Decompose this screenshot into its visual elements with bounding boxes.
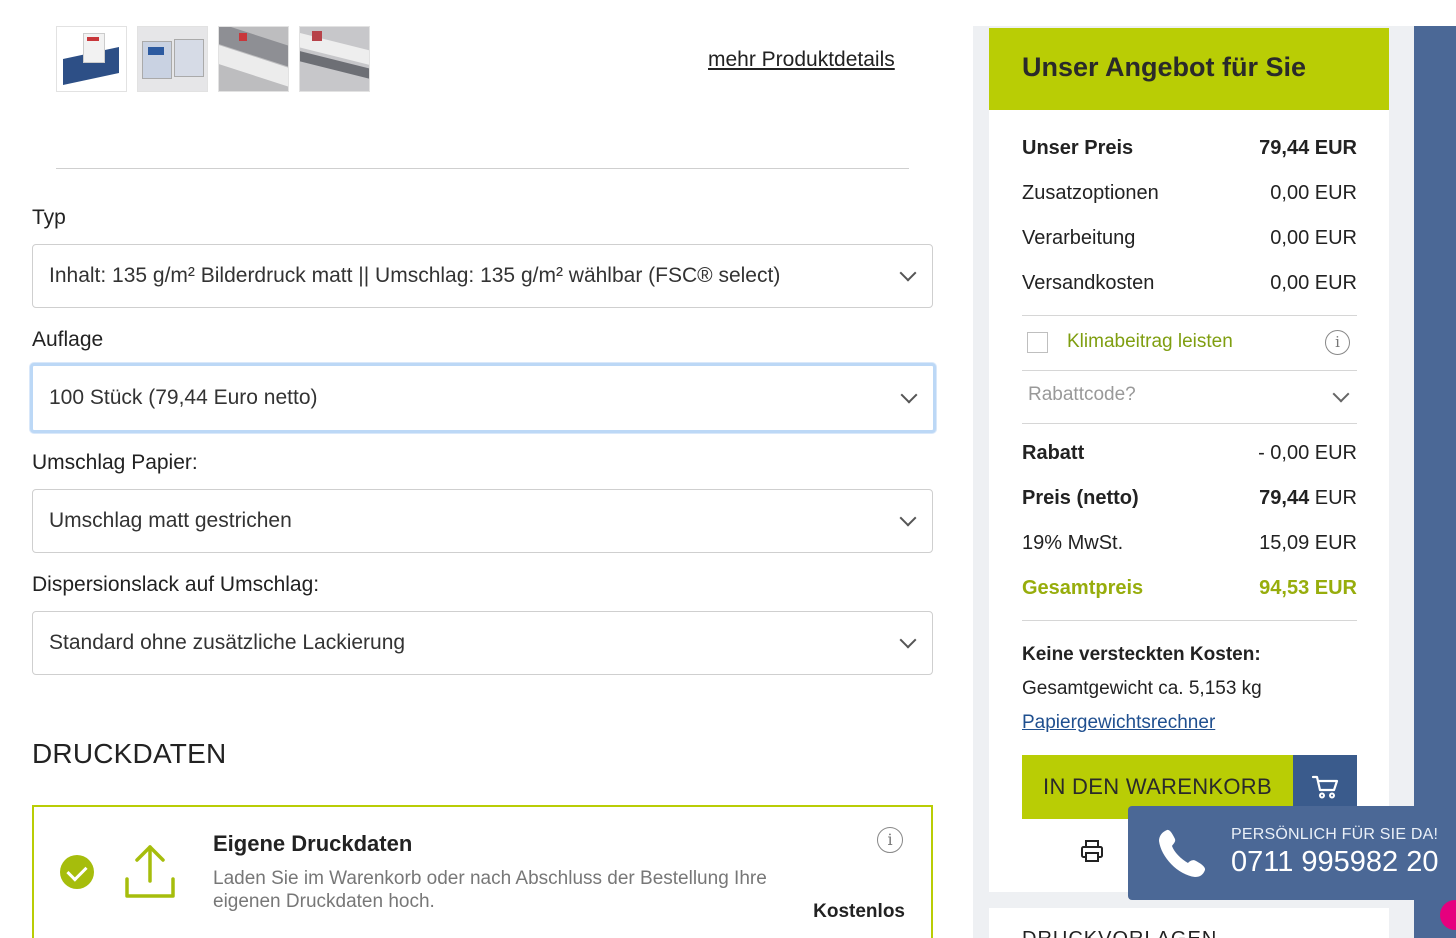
paper-weight-calculator-link[interactable]: Papiergewichtsrechner [1022,712,1215,734]
price-row-value: 79,44 EUR [1259,137,1357,159]
product-thumbnails [56,26,370,92]
auflage-select[interactable]: 100 Stück (79,44 Euro netto) [30,363,936,433]
price-row-label: Gesamtpreis [1022,577,1144,599]
product-thumbnail-4[interactable] [299,26,370,92]
price-row-value: - 0,00 EUR [1258,442,1357,464]
own-print-data-title: Eigene Druckdaten [213,831,413,856]
auflage-select-value: 100 Stück (79,44 Euro netto) [49,386,318,409]
price-row-label: Unser Preis [1022,137,1134,159]
price-row-zusatzoptionen: Zusatzoptionen 0,00 EUR [1022,182,1357,205]
phone-icon [1159,829,1206,877]
price-row-value: 0,00 EUR [1270,272,1357,294]
info-icon[interactable]: i [877,827,903,853]
side-strip [1414,26,1456,938]
price-row-label: Preis (netto) [1022,487,1139,509]
divider [1022,315,1357,316]
umschlag-papier-select[interactable]: Umschlag matt gestrichen [32,489,933,553]
own-print-data-description: Laden Sie im Warenkorb oder nach Abschlu… [213,868,767,912]
price-row-value: 0,00 EUR [1270,182,1357,204]
price-netto-unit: EUR [1309,487,1357,509]
price-row-gesamtpreis: Gesamtpreis 94,53 EUR [1022,577,1357,600]
typ-label: Typ [32,206,66,229]
price-row-verarbeitung: Verarbeitung 0,00 EUR [1022,227,1357,250]
contact-phone-panel[interactable]: PERSÖNLICH FÜR SIE DA! 0711 995982 20 [1128,806,1446,900]
druckdaten-section-title: DRUCKDATEN [32,738,227,769]
dispersionslack-label: Dispersionslack auf Umschlag: [32,573,320,596]
price-row-label: Verarbeitung [1022,227,1136,249]
info-icon[interactable]: i [1325,330,1350,355]
chevron-down-icon [899,631,917,649]
offer-card: Unser Angebot für Sie Unser Preis 79,44 … [989,28,1389,892]
price-row-value: 0,00 EUR [1270,227,1357,249]
product-thumbnail-2[interactable] [137,26,208,92]
druckvorlagen-card: DRUCKVORLAGEN [989,908,1389,938]
more-product-details-link[interactable]: mehr Produktdetails [708,48,895,72]
divider [56,168,909,169]
own-print-data-price: Kostenlos [813,901,905,922]
own-print-data-option[interactable]: Eigene Druckdaten Laden Sie im Warenkorb… [32,805,933,938]
offer-title: Unser Angebot für Sie [1022,52,1307,82]
chevron-down-icon [899,509,917,527]
price-netto-amount: 79,44 [1259,487,1310,509]
contact-phone-number[interactable]: 0711 995982 20 [1231,846,1439,879]
offer-header: Unser Angebot für Sie [989,28,1389,110]
printer-icon[interactable] [1079,838,1105,864]
product-thumbnail-3[interactable] [218,26,289,92]
typ-select[interactable]: Inhalt: 135 g/m² Bilderdruck matt || Ums… [32,244,933,308]
price-row-label: 19% MwSt. [1022,532,1124,554]
divider [1022,370,1357,371]
price-row-unser-preis: Unser Preis 79,44 EUR [1022,137,1357,160]
check-circle-icon [60,855,94,889]
no-hidden-costs-title: Keine versteckten Kosten: [1022,644,1261,665]
price-row-rabatt: Rabatt - 0,00 EUR [1022,442,1357,465]
druckvorlagen-title: DRUCKVORLAGEN [1022,928,1217,938]
klimabeitrag-checkbox[interactable] [1027,332,1048,353]
price-row-value: 79,44 EUR [1259,487,1357,510]
dispersionslack-select[interactable]: Standard ohne zusätzliche Lackierung [32,611,933,675]
rabattcode-toggle[interactable]: Rabattcode? [1028,384,1136,406]
price-row-label: Versandkosten [1022,272,1155,294]
contact-subtitle: PERSÖNLICH FÜR SIE DA! [1231,826,1439,843]
chevron-down-icon [899,264,917,282]
total-weight: Gesamtgewicht ca. 5,153 kg [1022,678,1262,699]
chevron-down-icon [900,386,918,404]
product-thumbnail-1[interactable] [56,26,127,92]
umschlag-papier-select-value: Umschlag matt gestrichen [49,509,292,532]
dispersionslack-select-value: Standard ohne zusätzliche Lackierung [49,631,406,654]
price-row-mwst: 19% MwSt. 15,09 EUR [1022,532,1357,555]
price-row-label: Rabatt [1022,442,1085,464]
shopping-cart-icon [1311,775,1339,799]
price-row-value: 15,09 EUR [1259,532,1357,554]
divider [1022,423,1357,424]
upload-icon [125,845,175,898]
price-row-netto: Preis (netto) 79,44 EUR [1022,487,1357,510]
klimabeitrag-label[interactable]: Klimabeitrag leisten [1067,331,1233,353]
umschlag-papier-label: Umschlag Papier: [32,451,198,474]
divider [1022,620,1357,621]
typ-select-value: Inhalt: 135 g/m² Bilderdruck matt || Ums… [49,264,781,287]
auflage-label: Auflage [32,328,104,351]
price-row-label: Zusatzoptionen [1022,182,1159,204]
price-row-value: 94,53 EUR [1259,577,1357,599]
chevron-down-icon[interactable] [1332,385,1350,403]
price-row-versandkosten: Versandkosten 0,00 EUR [1022,272,1357,295]
